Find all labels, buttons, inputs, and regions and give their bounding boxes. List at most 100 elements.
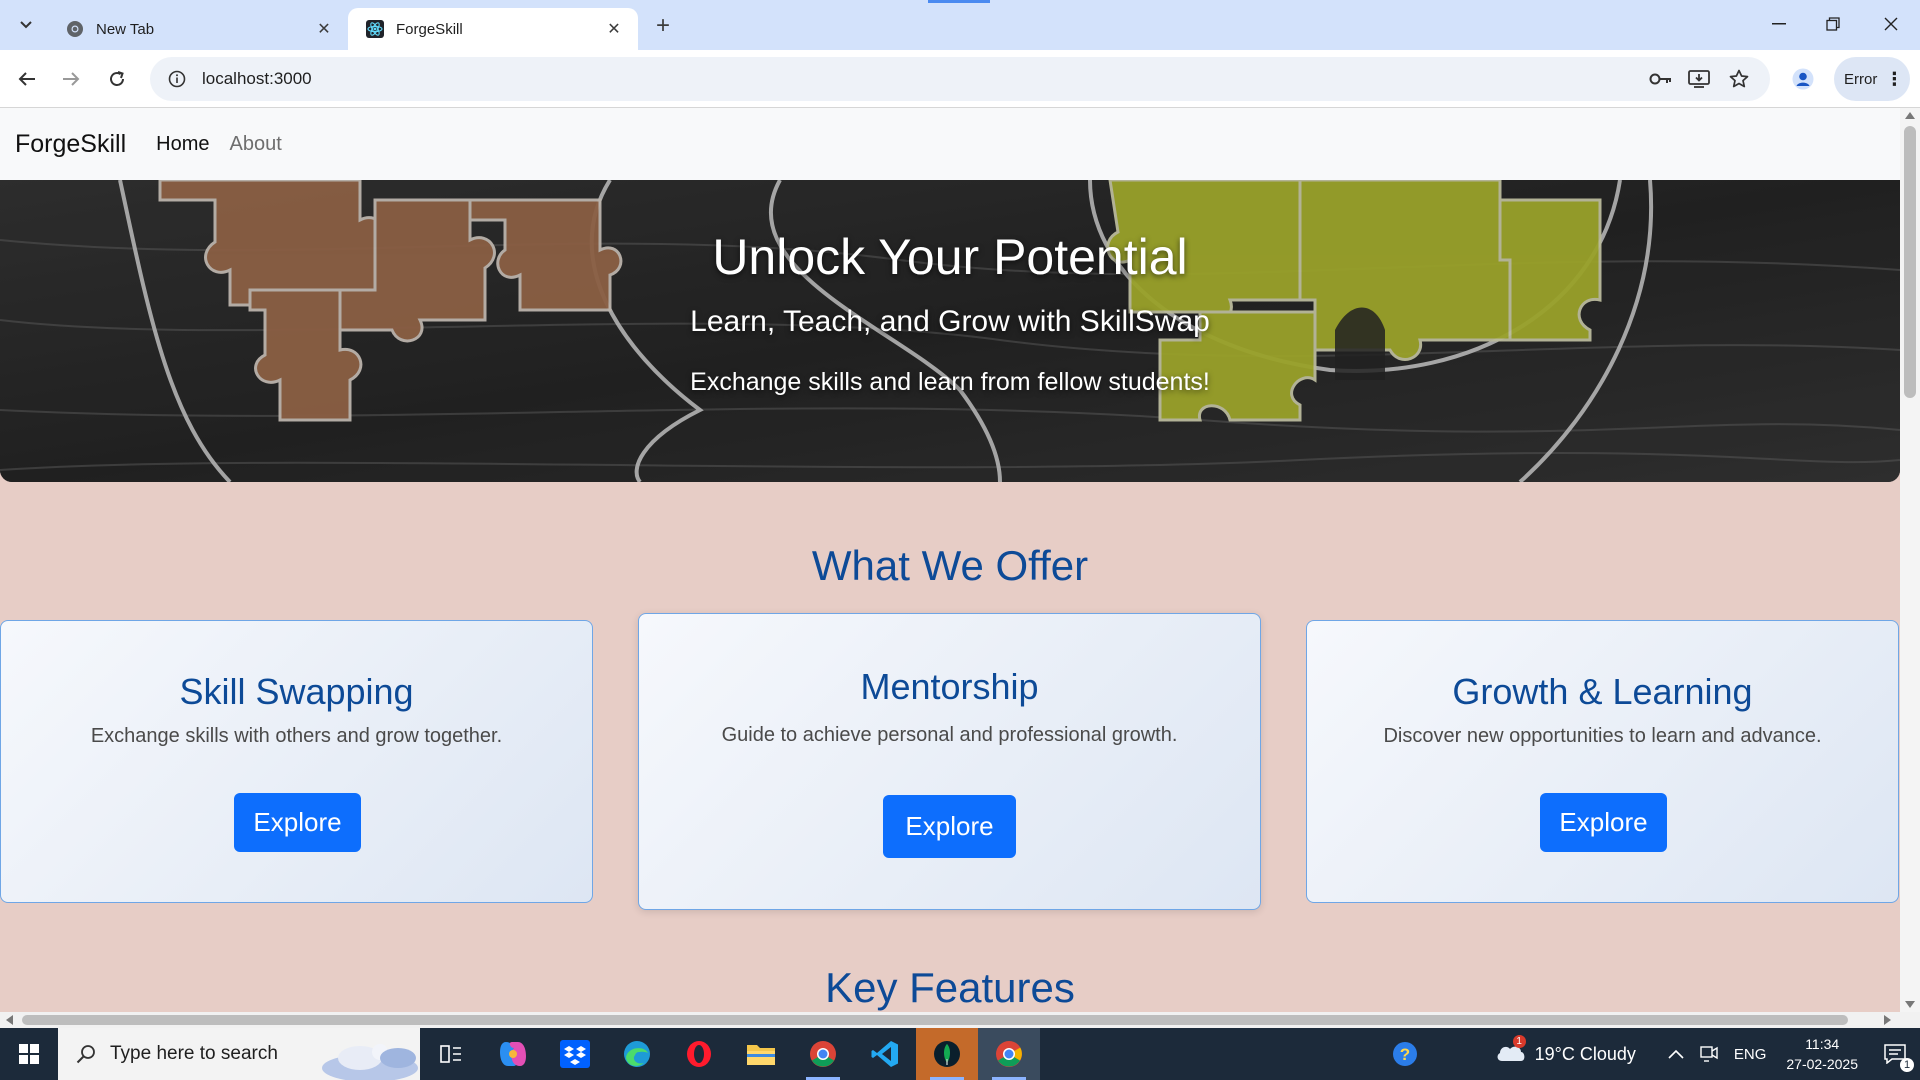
tab-title: ForgeSkill xyxy=(396,20,463,38)
tab-new-tab[interactable]: New Tab ✕ xyxy=(48,8,348,50)
nav-link-home[interactable]: Home xyxy=(156,133,209,156)
taskbar-file-explorer[interactable] xyxy=(730,1028,792,1080)
taskbar-vscode[interactable] xyxy=(854,1028,916,1080)
offers-heading: What We Offer xyxy=(811,542,1089,589)
taskbar-chrome-window[interactable] xyxy=(978,1028,1040,1080)
language-indicator[interactable]: ENG xyxy=(1726,1028,1775,1080)
horizontal-scrollbar[interactable] xyxy=(0,1012,1920,1028)
dropbox-icon xyxy=(560,1040,590,1068)
explore-button[interactable]: Explore xyxy=(1540,793,1667,852)
address-bar[interactable]: localhost:3000 xyxy=(150,57,1770,101)
search-placeholder: Type here to search xyxy=(110,1043,278,1064)
scroll-left-arrow[interactable] xyxy=(6,1015,13,1025)
edge-icon xyxy=(624,1041,650,1067)
scrollbar-thumb[interactable] xyxy=(1904,126,1916,398)
tab-search-button[interactable] xyxy=(10,10,42,40)
url-text[interactable]: localhost:3000 xyxy=(202,69,312,89)
vscode-icon xyxy=(871,1041,898,1067)
chrome-icon xyxy=(67,21,83,37)
vertical-scrollbar[interactable] xyxy=(1900,108,1920,1012)
hero-subtitle: Learn, Teach, and Grow with SkillSwap xyxy=(690,305,1210,338)
back-button[interactable] xyxy=(10,62,44,96)
taskbar-chrome[interactable] xyxy=(792,1028,854,1080)
explore-button[interactable]: Explore xyxy=(883,795,1016,858)
star-icon xyxy=(1729,69,1749,88)
card-title: Growth & Learning xyxy=(1452,671,1753,712)
profile-button[interactable] xyxy=(1786,62,1820,96)
react-icon xyxy=(366,20,384,38)
taskbar-edge[interactable] xyxy=(606,1028,668,1080)
clock[interactable]: 11:34 27-02-2025 xyxy=(1774,1028,1870,1080)
folder-icon xyxy=(747,1045,775,1065)
info-icon xyxy=(168,70,186,88)
taskbar-opera[interactable] xyxy=(668,1028,730,1080)
task-view-icon xyxy=(440,1045,461,1063)
restore-button[interactable] xyxy=(1810,6,1856,42)
weather-widget[interactable]: 1 19°C Cloudy xyxy=(1487,1028,1644,1080)
new-tab-button[interactable]: + xyxy=(648,12,678,40)
profile-error-chip[interactable]: Error ⋮ xyxy=(1834,57,1910,101)
close-window-button[interactable] xyxy=(1868,6,1914,42)
bookmark-button[interactable] xyxy=(1722,62,1756,96)
password-key-button[interactable] xyxy=(1644,62,1678,96)
show-hidden-icons-button[interactable] xyxy=(1660,1028,1692,1080)
error-label: Error xyxy=(1844,70,1878,88)
more-menu-icon[interactable]: ⋮ xyxy=(1885,70,1903,88)
install-icon xyxy=(1688,70,1710,88)
install-app-button[interactable] xyxy=(1682,62,1716,96)
site-info-button[interactable] xyxy=(156,70,198,88)
windows-taskbar: Type here to search ? 1 19°C Cloudy ENG … xyxy=(0,1028,1920,1080)
arrow-right-icon xyxy=(63,72,80,86)
opera-icon xyxy=(687,1041,711,1067)
scroll-right-arrow[interactable] xyxy=(1884,1015,1891,1025)
notifications-button[interactable]: 1 xyxy=(1870,1028,1920,1080)
close-tab-icon[interactable]: ✕ xyxy=(604,19,624,39)
card-title: Mentorship xyxy=(860,666,1039,707)
copilot-icon xyxy=(500,1042,526,1066)
reload-icon xyxy=(110,71,124,86)
display-icon xyxy=(1700,1046,1718,1062)
browser-tab-strip: New Tab ✕ ForgeSkill ✕ + xyxy=(0,0,1920,50)
chevron-up-icon xyxy=(1668,1049,1684,1059)
mongodb-icon xyxy=(934,1041,960,1067)
search-icon xyxy=(76,1045,95,1064)
site-brand[interactable]: ForgeSkill xyxy=(15,130,126,159)
arrow-left-icon xyxy=(18,72,35,86)
browser-toolbar: localhost:3000 Error ⋮ xyxy=(0,50,1920,108)
close-tab-icon[interactable]: ✕ xyxy=(314,19,334,39)
page-viewport: ForgeSkill Home About Unlock Your Potent… xyxy=(0,108,1900,1012)
scroll-up-arrow[interactable] xyxy=(1905,112,1915,119)
forward-button[interactable] xyxy=(54,62,88,96)
hero-tagline: Exchange skills and learn from fellow st… xyxy=(690,368,1210,396)
scrollbar-thumb[interactable] xyxy=(22,1015,1848,1025)
meet-now-button[interactable] xyxy=(1692,1028,1726,1080)
offer-card-skill-swapping: Skill Swapping Exchange skills with othe… xyxy=(0,620,593,903)
close-icon xyxy=(1884,17,1898,31)
taskbar-search[interactable]: Type here to search xyxy=(58,1028,420,1080)
hero-banner: Unlock Your Potential Learn, Teach, and … xyxy=(0,180,1900,482)
chrome-icon xyxy=(810,1041,836,1067)
minimize-button[interactable] xyxy=(1756,6,1802,42)
features-heading: Key Features xyxy=(825,964,1075,1011)
weather-badge: 1 xyxy=(1512,1035,1526,1048)
nav-link-about[interactable]: About xyxy=(230,133,282,156)
card-description: Guide to achieve personal and profession… xyxy=(721,724,1178,746)
card-description: Exchange skills with others and grow tog… xyxy=(90,725,503,747)
help-button[interactable]: ? xyxy=(1383,1028,1427,1080)
taskbar-dropbox[interactable] xyxy=(544,1028,606,1080)
avatar-icon xyxy=(1792,68,1814,90)
hero-text: Unlock Your Potential Learn, Teach, and … xyxy=(0,180,1900,482)
clock-time: 11:34 xyxy=(1805,1036,1840,1052)
tab-forgeskill[interactable]: ForgeSkill ✕ xyxy=(348,8,638,50)
taskbar-copilot[interactable] xyxy=(482,1028,544,1080)
chrome-icon xyxy=(996,1041,1022,1067)
clock-date: 27-02-2025 xyxy=(1786,1056,1858,1072)
reload-button[interactable] xyxy=(100,62,134,96)
minimize-icon xyxy=(1772,23,1786,25)
scroll-down-arrow[interactable] xyxy=(1905,1001,1915,1008)
windows-logo-icon xyxy=(19,1044,39,1064)
explore-button[interactable]: Explore xyxy=(234,793,361,852)
taskbar-mongodb-compass[interactable] xyxy=(916,1028,978,1080)
start-button[interactable] xyxy=(0,1028,58,1080)
task-view-button[interactable] xyxy=(420,1028,482,1080)
